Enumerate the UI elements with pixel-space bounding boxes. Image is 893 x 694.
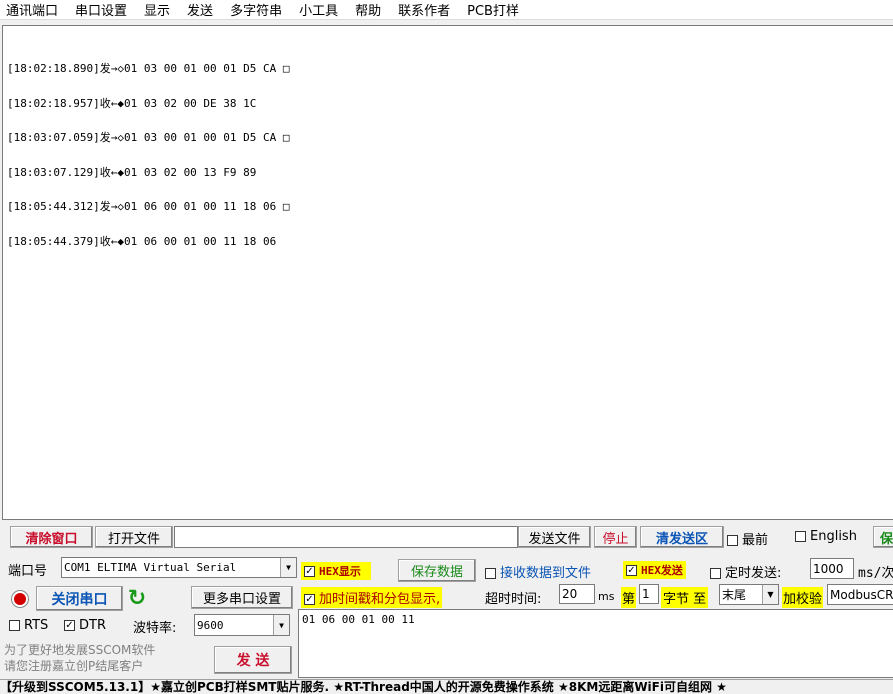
dtr-checkbox[interactable]: ✓ DTR — [64, 618, 106, 633]
checkbox-icon — [485, 568, 496, 579]
timestamp-label: 加时间戳和分包显示, — [319, 592, 441, 607]
nth-byte-input[interactable]: 1 — [639, 584, 659, 604]
hex-display-checkbox[interactable]: ✓ HEX显示 — [301, 562, 371, 580]
log-line: [18:03:07.129]收←◆01 03 02 00 13 F9 89 — [7, 165, 257, 179]
end-select[interactable]: 末尾 ▼ — [719, 584, 779, 605]
hex-send-label: HEX发送 — [641, 564, 683, 577]
log-line: [18:05:44.379]收←◆01 06 00 01 00 11 18 06 — [7, 234, 277, 248]
checksum-label: 加校验 — [782, 587, 824, 608]
timed-send-checkbox[interactable]: 定时发送: — [710, 562, 781, 581]
send-button[interactable]: 发 送 — [214, 646, 292, 674]
log-line: [18:05:44.312]发→◇01 06 00 01 00 11 18 06… — [7, 200, 290, 213]
receive-to-file-checkbox[interactable]: 接收数据到文件 — [485, 562, 591, 581]
menu-item-help[interactable]: 帮助 — [355, 0, 381, 19]
chevron-down-icon[interactable]: ▼ — [273, 615, 289, 635]
log-line: [18:02:18.890]发→◇01 03 00 01 00 01 D5 CA… — [7, 62, 290, 75]
promo-line: 请您注册嘉立创P结尾客户 — [4, 659, 144, 673]
menu-item-tools[interactable]: 小工具 — [299, 0, 338, 19]
menu-item-contact-author[interactable]: 联系作者 — [398, 0, 450, 19]
menu-bar: 通讯端口 串口设置 显示 发送 多字符串 小工具 帮助 联系作者 PCB打样 — [0, 0, 893, 20]
nth-label: 第 — [621, 587, 637, 608]
ticker-bar[interactable]: 【升级到SSCOM5.13.1】★嘉立创PCB打样SMT贴片服务. ★RT-Th… — [0, 679, 893, 694]
receive-log[interactable]: [18:02:18.890]发→◇01 03 00 01 00 01 D5 CA… — [2, 25, 893, 520]
checkmark-icon: ✓ — [304, 566, 315, 577]
open-file-button[interactable]: 打开文件 — [95, 526, 173, 548]
baud-select[interactable]: 9600 ▼ — [194, 614, 290, 636]
checkbox-icon — [710, 568, 721, 579]
end-value: 末尾 — [722, 588, 747, 602]
timeout-unit: ms — [598, 590, 615, 603]
english-checkbox[interactable]: English — [795, 529, 857, 544]
menu-item-serial-settings[interactable]: 串口设置 — [75, 0, 127, 19]
checkbox-icon — [727, 535, 738, 546]
english-label: English — [810, 529, 857, 544]
baud-value: 9600 — [197, 618, 224, 632]
dtr-label: DTR — [79, 618, 106, 633]
checksum-select[interactable]: ModbusCRC16 — [827, 584, 893, 605]
more-port-settings-button[interactable]: 更多串口设置 — [191, 586, 293, 609]
checkbox-icon — [9, 620, 20, 631]
menu-item-multi-string[interactable]: 多字符串 — [230, 0, 282, 19]
topmost-label: 最前 — [742, 533, 769, 548]
interval-input[interactable]: 1000 — [810, 558, 854, 579]
hex-send-checkbox[interactable]: ✓ HEX发送 — [623, 561, 686, 579]
menu-item-pcb[interactable]: PCB打样 — [467, 0, 519, 19]
hex-display-label: HEX显示 — [319, 565, 361, 578]
chevron-down-icon[interactable]: ▼ — [280, 558, 296, 577]
checkmark-icon: ✓ — [626, 565, 637, 576]
clear-window-button[interactable]: 清除窗口 — [10, 526, 93, 548]
rts-checkbox[interactable]: RTS — [9, 618, 48, 633]
promo-line: 为了更好地发展SSCOM软件 — [4, 643, 156, 657]
receive-to-file-label: 接收数据到文件 — [500, 566, 592, 581]
file-path-input[interactable] — [174, 526, 518, 548]
refresh-icon[interactable]: ↻ — [126, 588, 148, 610]
timeout-label: 超时时间: — [485, 592, 542, 607]
timeout-input[interactable]: 20 — [559, 584, 595, 604]
save-data-button[interactable]: 保存数据 — [398, 559, 476, 582]
port-status-icon — [12, 591, 28, 607]
log-line: [18:02:18.957]收←◆01 03 02 00 DE 38 1C — [7, 96, 257, 110]
timestamp-checkbox[interactable]: ✓ 加时间戳和分包显示, — [301, 587, 443, 608]
save-params-button[interactable]: 保 — [873, 526, 893, 548]
rts-label: RTS — [24, 618, 49, 633]
byte-to-label: 字节 至 — [661, 587, 709, 608]
menu-item-comm-port[interactable]: 通讯端口 — [6, 0, 58, 19]
baud-label: 波特率: — [133, 621, 177, 636]
close-port-button[interactable]: 关闭串口 — [36, 586, 123, 611]
chevron-down-icon[interactable]: ▼ — [762, 585, 778, 604]
menu-item-display[interactable]: 显示 — [144, 0, 170, 19]
checkmark-icon: ✓ — [64, 620, 75, 631]
port-select[interactable]: COM1 ELTIMA Virtual Serial ▼ — [61, 557, 297, 578]
port-label: 端口号 — [8, 564, 48, 579]
menu-item-send[interactable]: 发送 — [187, 0, 213, 19]
clear-send-area-button[interactable]: 清发送区 — [640, 526, 724, 548]
promo-text[interactable]: 为了更好地发展SSCOM软件 请您注册嘉立创P结尾客户 — [4, 642, 155, 674]
timed-send-label: 定时发送: — [725, 566, 782, 581]
interval-unit: ms/次 — [858, 566, 893, 581]
topmost-checkbox[interactable]: 最前 — [727, 529, 768, 548]
checkbox-icon — [795, 531, 806, 542]
log-line: [18:03:07.059]发→◇01 03 00 01 00 01 D5 CA… — [7, 131, 290, 144]
checkmark-icon: ✓ — [304, 594, 315, 605]
port-value: COM1 ELTIMA Virtual Serial — [64, 561, 237, 574]
stop-button[interactable]: 停止 — [594, 526, 637, 548]
send-input[interactable]: 01 06 00 01 00 11 — [298, 609, 893, 678]
send-file-button[interactable]: 发送文件 — [518, 526, 591, 548]
